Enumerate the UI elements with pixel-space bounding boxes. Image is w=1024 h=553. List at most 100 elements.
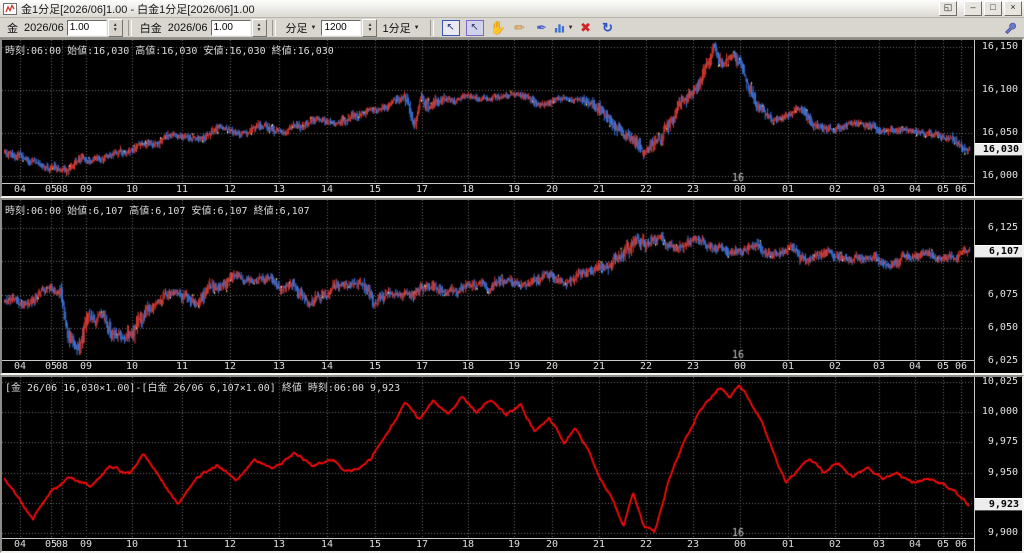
time-axis-label: 01 — [782, 539, 795, 550]
time-axis-label: 04 — [909, 361, 922, 372]
time-axis-label: 19 — [508, 539, 521, 550]
time-axis-label: 04 — [909, 184, 922, 195]
spread-price-axis: 10,02510,0009,9759,9509,9259,9009,923 — [974, 377, 1022, 551]
price-axis-label: 9,975 — [987, 436, 1018, 448]
refresh-button[interactable]: ↻ — [598, 19, 618, 37]
time-axis-label: 17 — [416, 539, 429, 550]
last-price-tag: 6,107 — [975, 245, 1022, 258]
time-axis-label: 21 — [593, 539, 606, 550]
price-axis-label: 6,050 — [987, 322, 1018, 333]
price-axis-label: 9,900 — [987, 527, 1018, 539]
platinum-multiplier-input[interactable]: 1.00 — [210, 19, 251, 36]
app-icon — [3, 2, 17, 15]
time-axis-label: 20 — [546, 184, 559, 195]
price-axis-label: 10,025 — [981, 377, 1018, 387]
price-axis-label: 6,125 — [987, 222, 1018, 233]
time-axis-label: 21 — [593, 184, 606, 195]
close-button[interactable]: × — [1004, 1, 1022, 16]
time-axis-label: 20 — [546, 361, 559, 372]
minimize-button[interactable]: – — [964, 1, 982, 16]
time-axis-label: 18 — [462, 539, 475, 550]
window-title: 金1分足[2026/06]1.00 - 白金1分足[2026/06]1.00 — [21, 3, 255, 16]
time-axis-label: 14 — [321, 361, 334, 372]
price-axis-label: 16,000 — [981, 170, 1018, 182]
time-axis-label: 21 — [593, 361, 606, 372]
price-axis-label: 16,100 — [981, 83, 1018, 95]
last-price-tag: 16,030 — [975, 143, 1022, 157]
gold-multiplier-input[interactable]: 1.00 — [66, 19, 107, 36]
chevron-down-icon: ▼ — [413, 24, 420, 31]
time-axis-label: 04 — [14, 184, 27, 195]
time-axis-label: 23 — [687, 184, 700, 195]
time-axis-label: 13 — [273, 539, 286, 550]
time-axis-label: 15 — [369, 539, 382, 550]
chart-window: 金1分足[2026/06]1.00 - 白金1分足[2026/06]1.00 ◱… — [0, 0, 1024, 553]
settings-wrench-button[interactable] — [999, 19, 1019, 37]
chevron-down-icon: ▼ — [567, 24, 574, 31]
spread-plot-canvas[interactable] — [2, 377, 974, 538]
time-axis-label: 11 — [176, 539, 189, 550]
time-axis-label: 10 — [126, 361, 139, 372]
time-axis-label: 09 — [80, 539, 93, 550]
pen-icon: ✒ — [536, 19, 548, 35]
time-axis-label: 01 — [782, 184, 795, 195]
bar-count-input[interactable]: 1200 — [321, 19, 362, 36]
time-axis-label: 06 — [955, 361, 968, 372]
time-axis-label: 17 — [416, 184, 429, 195]
platinum-plot-canvas[interactable] — [2, 200, 974, 360]
cursor-tool-button[interactable]: ↖ — [441, 19, 460, 36]
pointer-icon: ↖ — [470, 22, 479, 33]
time-axis-label: 10 — [126, 539, 139, 550]
platinum-multiplier-spinner[interactable]: ▲ ▼ — [251, 18, 267, 37]
select-tool-button[interactable]: ↖ — [465, 19, 484, 36]
time-axis-label: 11 — [176, 184, 189, 195]
maximize-button[interactable]: □ — [984, 1, 1002, 16]
titlebar[interactable]: 金1分足[2026/06]1.00 - 白金1分足[2026/06]1.00 ◱… — [0, 0, 1024, 18]
time-axis-label: 01 — [782, 361, 795, 372]
time-axis-label: 15 — [369, 184, 382, 195]
bar-count-spinner[interactable]: ▲ ▼ — [362, 18, 378, 37]
delete-drawing-button[interactable]: ✖ — [576, 19, 596, 37]
time-axis-label: 09 — [80, 184, 93, 195]
time-axis-label: 09 — [80, 361, 93, 372]
time-axis-label: 14 — [321, 184, 334, 195]
time-axis-label: 00 — [734, 361, 747, 372]
price-axis-label: 6,025 — [987, 355, 1018, 367]
time-axis-label: 03 — [873, 184, 886, 195]
interval-dropdown[interactable]: 1分足 ▼ — [379, 19, 422, 37]
gold-chart-pane: 04 05 08 09 10 11 12 13 14 15 17 18 19 20 21 22 23 00 01 02… — [0, 38, 1024, 198]
price-axis-label: 9,950 — [987, 466, 1018, 478]
time-axis-label: 14 — [321, 539, 334, 550]
platinum-symbol-label: 白金 — [139, 22, 162, 35]
time-axis-label: 18 — [462, 361, 475, 372]
time-axis-label: 15 — [369, 361, 382, 372]
bar-type-dropdown[interactable]: 分足 ▼ — [283, 19, 320, 37]
gold-plot-canvas[interactable] — [2, 40, 974, 183]
gold-contract-month: 2026/06 — [24, 21, 64, 34]
pencil-tool-button[interactable]: ✏ — [510, 19, 530, 37]
time-axis-label: 13 — [273, 184, 286, 195]
time-axis-label: 18 — [462, 184, 475, 195]
platinum-time-axis: 04 05 08 09 10 11 12 13 14 15 17 18 19 20 21 22 23 00 01 02… — [2, 360, 974, 373]
gold-time-axis: 04 05 08 09 10 11 12 13 14 15 17 18 19 20 21 22 23 00 01 02… — [2, 183, 974, 196]
time-axis-label: 02 — [829, 184, 842, 195]
platinum-contract-month: 2026/06 — [167, 21, 208, 34]
toolbar: 金 2026/06 1.00 ▲ ▼ 白金 2026/06 1.00 ▲ ▼ 分足 … — [0, 18, 1024, 38]
time-axis-label: 05 — [937, 539, 950, 550]
gold-multiplier-spinner[interactable]: ▲ ▼ — [107, 18, 123, 37]
chart-type-button[interactable]: ▼ — [554, 19, 574, 37]
time-axis-label: 19 — [508, 184, 521, 195]
time-axis-label: 04 — [909, 539, 922, 550]
float-window-button[interactable]: ◱ — [939, 1, 957, 16]
time-axis-label: 08 — [56, 361, 69, 372]
time-axis-label: 02 — [829, 361, 842, 372]
hand-tool-button[interactable]: ✋ — [488, 19, 508, 37]
time-axis-label: 10 — [126, 184, 139, 195]
time-axis-label: 22 — [640, 184, 653, 195]
time-axis-label: 08 — [56, 184, 69, 195]
gold-ohlc-readout: 時刻:06:00 始値:16,030 高値:16,030 安値:16,030 終… — [5, 46, 334, 57]
price-axis-label: 10,000 — [981, 406, 1018, 418]
pen-tool-button[interactable]: ✒ — [532, 19, 552, 37]
time-axis-label: 00 — [734, 539, 747, 550]
time-axis-label: 00 — [734, 184, 747, 195]
